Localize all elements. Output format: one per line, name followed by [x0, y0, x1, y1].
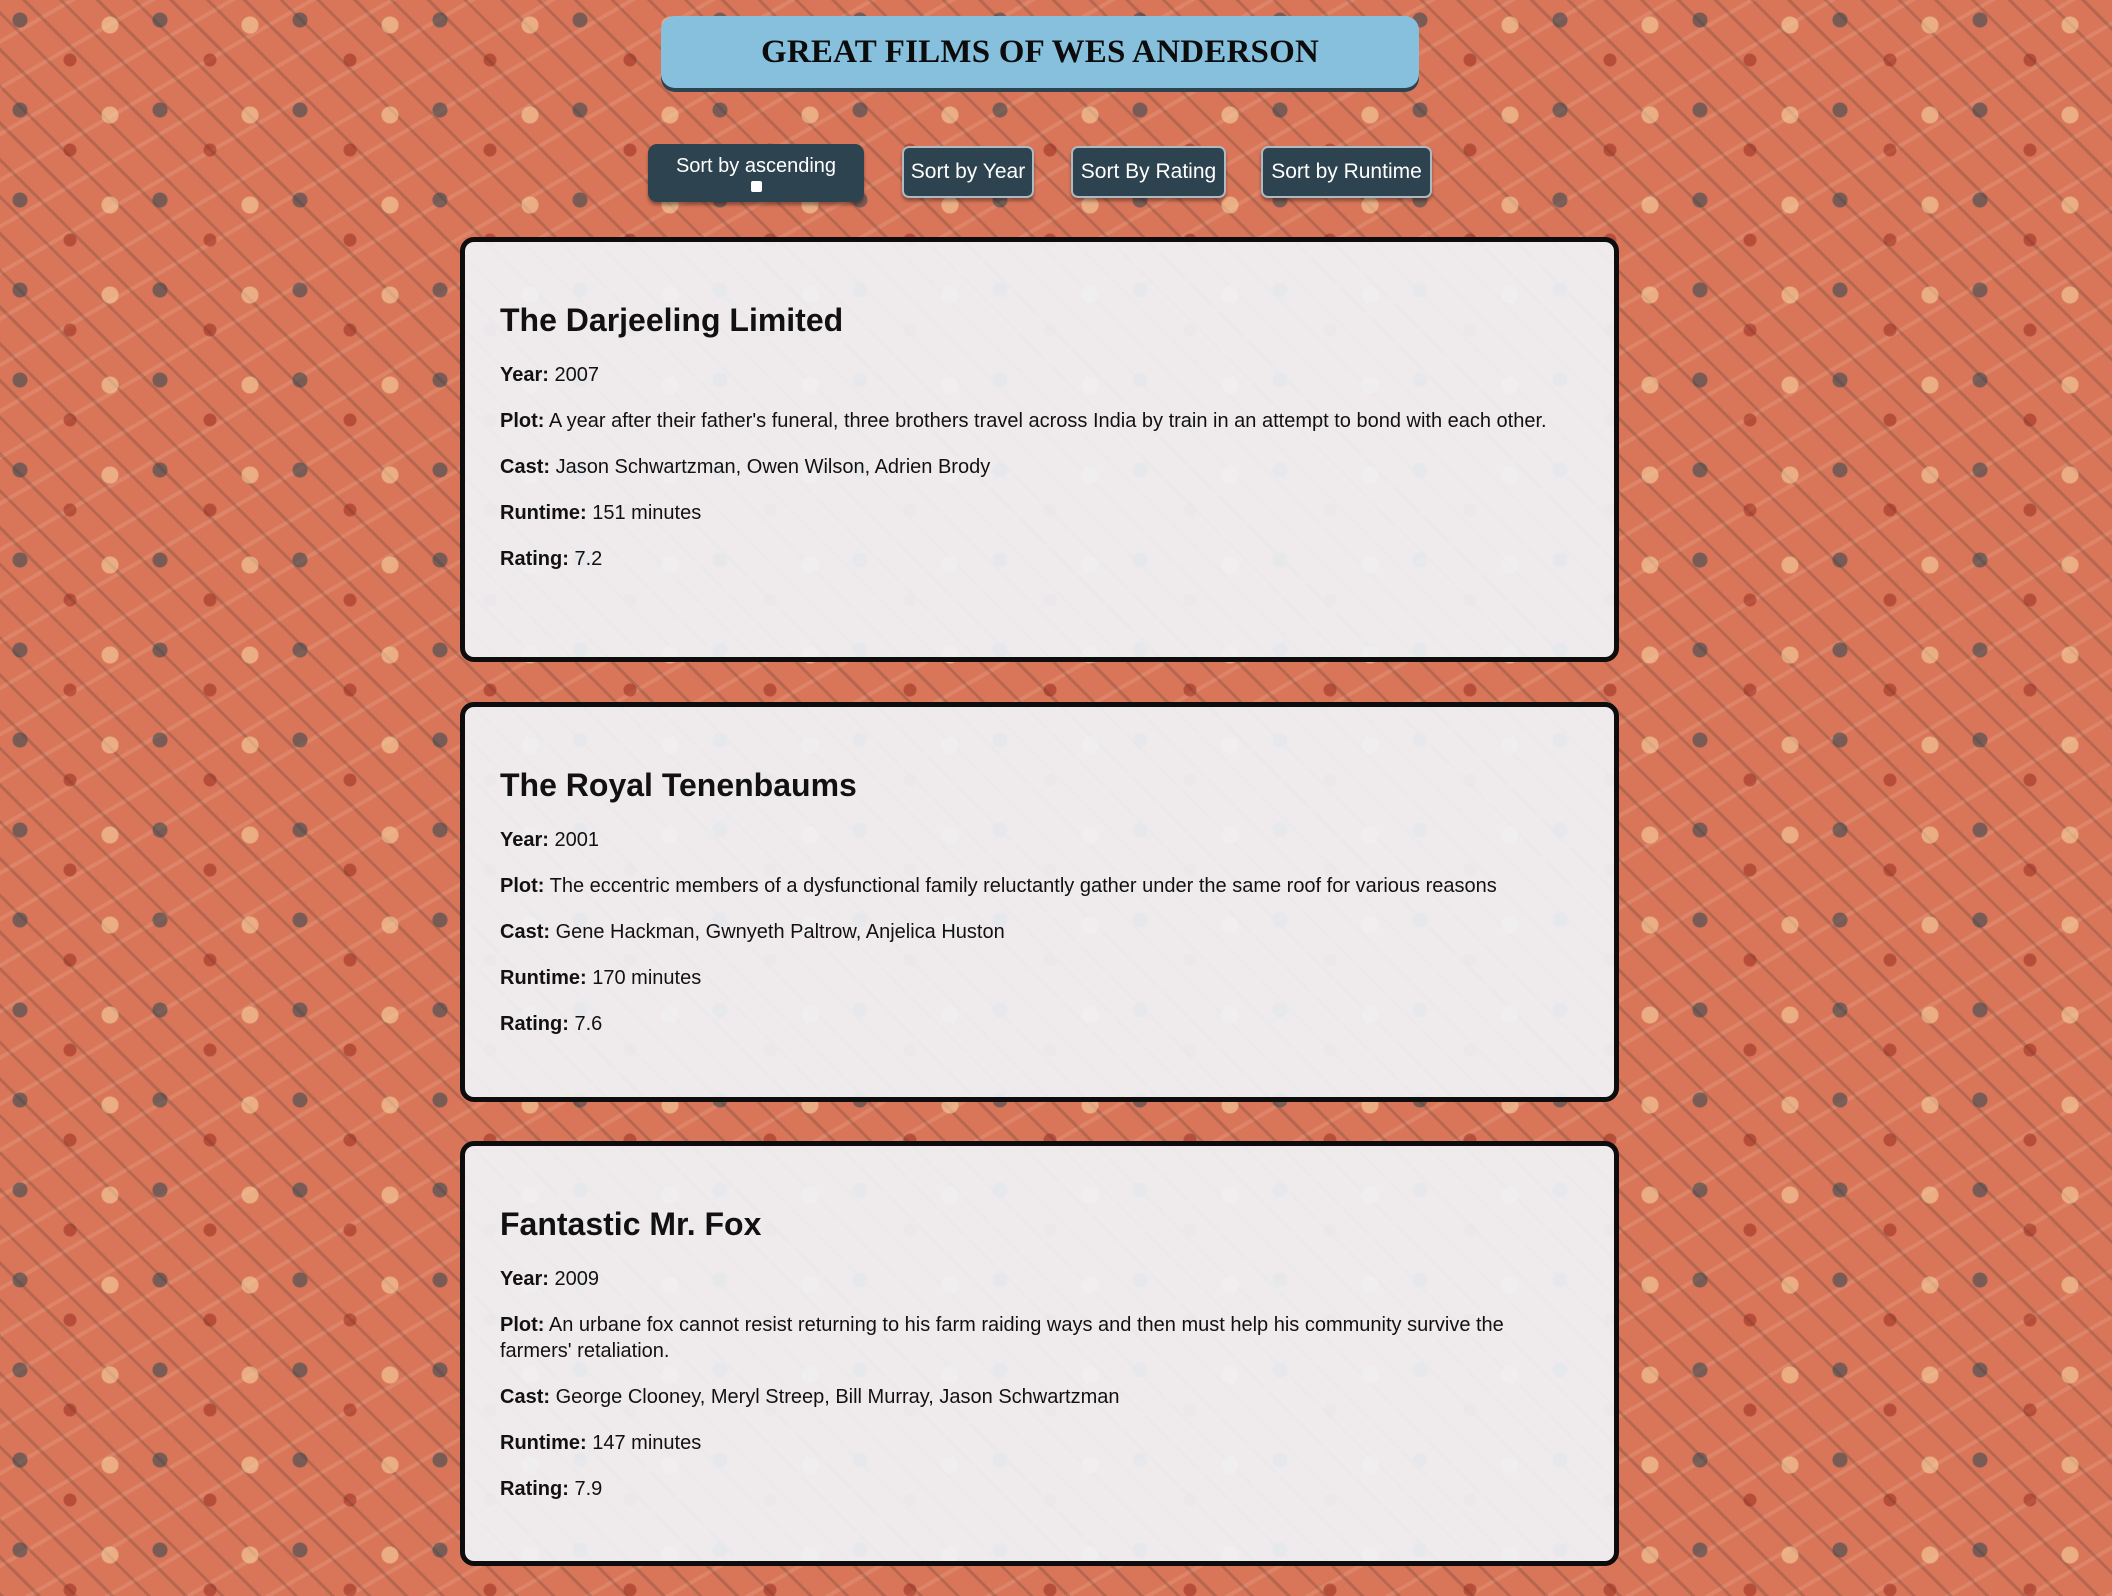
cast-value: George Clooney, Meryl Streep, Bill Murra… [555, 1386, 1120, 1408]
sort-ascending-checkbox[interactable] [750, 180, 762, 192]
film-title: Fantastic Mr. Fox [500, 1206, 762, 1242]
film-title: The Darjeeling Limited [500, 302, 844, 338]
film-runtime: Runtime: 151 minutes [500, 500, 1579, 526]
plot-label: Plot: [500, 1314, 545, 1336]
cast-label: Cast: [500, 456, 551, 478]
film-title: The Royal Tenenbaums [500, 767, 857, 803]
rating-value: 7.9 [574, 1478, 603, 1500]
plot-label: Plot: [500, 875, 545, 897]
film-runtime: Runtime: 170 minutes [500, 965, 1579, 991]
film-plot: Plot: A year after their father's funera… [500, 408, 1579, 434]
plot-value: A year after their father's funeral, thr… [548, 410, 1547, 432]
cast-label: Cast: [500, 921, 551, 943]
page-title-banner: GREAT FILMS OF WES ANDERSON [661, 16, 1419, 88]
runtime-label: Runtime: [500, 1432, 587, 1454]
plot-value: An urbane fox cannot resist returning to… [500, 1314, 1504, 1362]
cast-label: Cast: [500, 1386, 551, 1408]
rating-label: Rating: [500, 1013, 569, 1035]
rating-label: Rating: [500, 548, 569, 570]
film-plot: Plot: The eccentric members of a dysfunc… [500, 873, 1579, 899]
film-card: Fantastic Mr. Fox Year: 2009 Plot: An ur… [460, 1141, 1619, 1566]
film-card: The Royal Tenenbaums Year: 2001 Plot: Th… [460, 702, 1619, 1102]
film-card: The Darjeeling Limited Year: 2007 Plot: … [460, 237, 1619, 662]
plot-value: The eccentric members of a dysfunctional… [549, 875, 1497, 897]
cast-value: Jason Schwartzman, Owen Wilson, Adrien B… [555, 456, 991, 478]
sort-by-rating-button[interactable]: Sort By Rating [1071, 146, 1226, 198]
runtime-label: Runtime: [500, 967, 587, 989]
film-cast: Cast: Jason Schwartzman, Owen Wilson, Ad… [500, 454, 1579, 480]
runtime-value: 151 minutes [592, 502, 702, 524]
sort-by-runtime-button[interactable]: Sort by Runtime [1261, 146, 1432, 198]
sort-by-year-button[interactable]: Sort by Year [902, 146, 1034, 198]
film-plot: Plot: An urbane fox cannot resist return… [500, 1312, 1579, 1364]
year-value: 2007 [554, 364, 600, 386]
runtime-value: 147 minutes [592, 1432, 702, 1454]
year-value: 2001 [554, 829, 600, 851]
page-title: GREAT FILMS OF WES ANDERSON [761, 33, 1319, 70]
film-runtime: Runtime: 147 minutes [500, 1430, 1579, 1456]
film-year: Year: 2009 [500, 1266, 1579, 1292]
film-rating: Rating: 7.9 [500, 1476, 1579, 1502]
rating-label: Rating: [500, 1478, 569, 1500]
year-value: 2009 [554, 1268, 600, 1290]
year-label: Year: [500, 829, 549, 851]
film-cast: Cast: Gene Hackman, Gwnyeth Paltrow, Anj… [500, 919, 1579, 945]
film-year: Year: 2001 [500, 827, 1579, 853]
year-label: Year: [500, 364, 549, 386]
sort-ascending-label: Sort by ascending [675, 154, 837, 177]
year-label: Year: [500, 1268, 549, 1290]
film-year: Year: 2007 [500, 362, 1579, 388]
film-rating: Rating: 7.2 [500, 546, 1579, 572]
plot-label: Plot: [500, 410, 545, 432]
sort-ascending-toggle[interactable]: Sort by ascending [648, 144, 864, 202]
cast-value: Gene Hackman, Gwnyeth Paltrow, Anjelica … [555, 921, 1005, 943]
runtime-value: 170 minutes [592, 967, 702, 989]
film-cast: Cast: George Clooney, Meryl Streep, Bill… [500, 1384, 1579, 1410]
runtime-label: Runtime: [500, 502, 587, 524]
film-rating: Rating: 7.6 [500, 1011, 1579, 1037]
sort-controls: Sort by ascending Sort by Year Sort By R… [0, 142, 2112, 202]
rating-value: 7.2 [574, 548, 603, 570]
rating-value: 7.6 [574, 1013, 603, 1035]
